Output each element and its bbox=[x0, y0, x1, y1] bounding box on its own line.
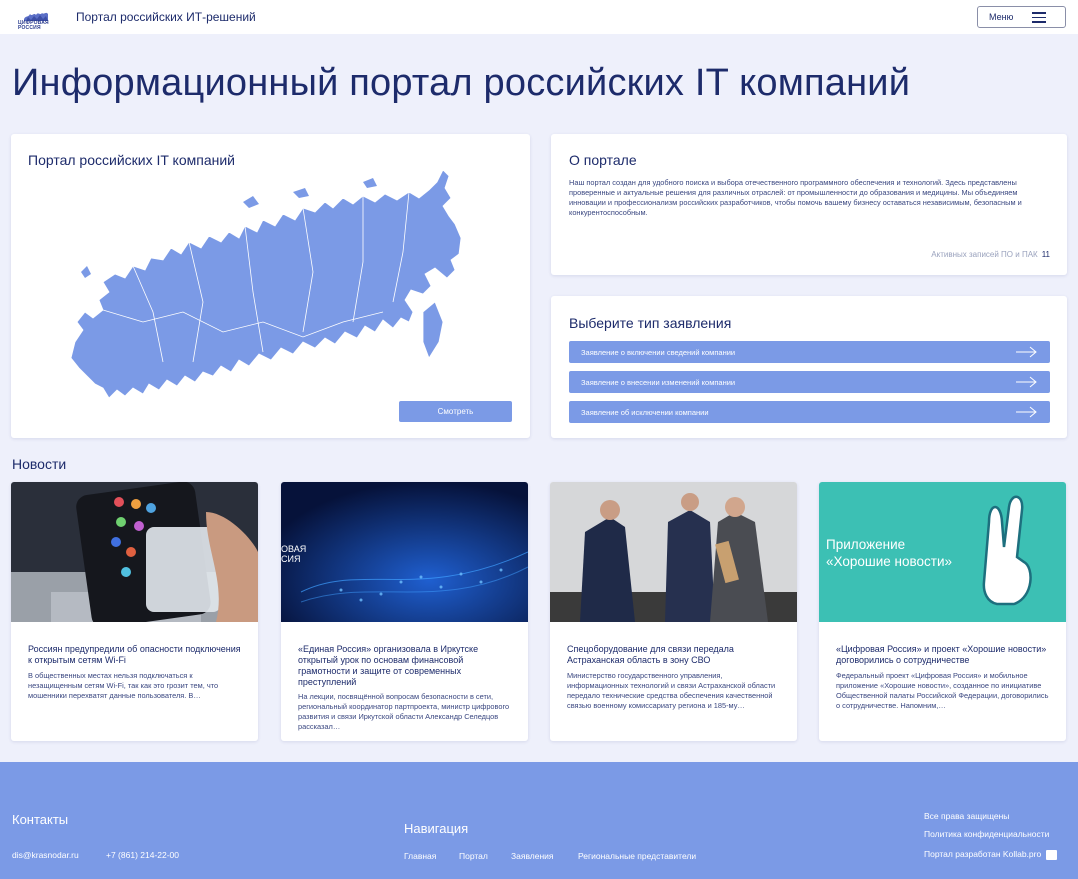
footer-developer[interactable]: Портал разработан Kollab.pro bbox=[924, 849, 1057, 860]
footer-nav-applications[interactable]: Заявления bbox=[511, 851, 554, 861]
footer-contacts-title: Контакты bbox=[12, 812, 69, 827]
news-card[interactable]: ОВАЯ СИЯ «Единая Россия» организовала в … bbox=[281, 482, 528, 741]
view-map-button[interactable]: Смотреть bbox=[399, 401, 512, 422]
menu-label: Меню bbox=[989, 12, 1014, 22]
active-records-label: Активных записей ПО и ПАК bbox=[931, 250, 1038, 259]
news-title[interactable]: «Цифровая Россия» и проект «Хорошие ново… bbox=[836, 644, 1051, 666]
active-records: Активных записей ПО и ПАК 11 bbox=[931, 250, 1050, 259]
arrow-right-icon bbox=[1016, 406, 1037, 418]
top-header: ЦИФРОВАЯ РОССИЯ Портал российских ИТ-реш… bbox=[0, 0, 1078, 34]
arrow-right-icon bbox=[1016, 376, 1037, 388]
about-card: О портале Наш портал создан для удобного… bbox=[551, 134, 1067, 275]
russia-map[interactable] bbox=[63, 162, 463, 412]
footer-privacy-link[interactable]: Политика конфиденциальности bbox=[924, 829, 1049, 839]
news-title[interactable]: Спецоборудование для связи передала Астр… bbox=[567, 644, 782, 666]
about-title: О портале bbox=[569, 152, 637, 168]
application-include-label: Заявление о включении сведений компании bbox=[581, 348, 736, 357]
news-image-caption: ОВАЯ СИЯ bbox=[281, 544, 307, 564]
footer-nav-title: Навигация bbox=[404, 821, 469, 836]
arrow-right-icon bbox=[1016, 346, 1037, 358]
application-include-button[interactable]: Заявление о включении сведений компании bbox=[569, 341, 1050, 363]
menu-button[interactable]: Меню bbox=[977, 6, 1066, 28]
news-text: На лекции, посвящённой вопросам безопасн… bbox=[298, 692, 510, 731]
footer-phone-link[interactable]: +7 (861) 214-22-00 bbox=[106, 850, 179, 860]
footer-nav-representatives[interactable]: Региональные представители bbox=[578, 851, 696, 861]
news-text: Федеральный проект «Цифровая Россия» и м… bbox=[836, 671, 1049, 710]
about-description: Наш портал создан для удобного поиска и … bbox=[569, 178, 1022, 217]
news-card[interactable]: Россиян предупредили об опасности подклю… bbox=[11, 482, 258, 741]
news-image-caption: Приложение «Хорошие новости» bbox=[826, 537, 952, 569]
application-title: Выберите тип заявления bbox=[569, 315, 732, 331]
hamburger-icon bbox=[1032, 12, 1046, 23]
application-card: Выберите тип заявления Заявление о включ… bbox=[551, 296, 1067, 438]
news-text: Министерство государственного управления… bbox=[567, 671, 776, 710]
application-exclude-button[interactable]: Заявление об исключении компании bbox=[569, 401, 1050, 423]
logo-text: ЦИФРОВАЯ РОССИЯ bbox=[18, 20, 49, 31]
news-text: В общественных местах нельзя подключатьс… bbox=[28, 671, 219, 700]
news-heading: Новости bbox=[12, 456, 67, 472]
footer-nav-home[interactable]: Главная bbox=[404, 851, 436, 861]
application-change-button[interactable]: Заявление о внесении изменений компании bbox=[569, 371, 1050, 393]
footer-email-link[interactable]: dis@krasnodar.ru bbox=[12, 850, 79, 860]
footer-developer-label: Портал разработан Kollab.pro bbox=[924, 849, 1042, 859]
map-card: Портал российских IT компаний Смотреть bbox=[11, 134, 530, 438]
active-records-count: 11 bbox=[1041, 250, 1050, 259]
news-card[interactable]: Спецоборудование для связи передала Астр… bbox=[550, 482, 797, 741]
application-change-label: Заявление о внесении изменений компании bbox=[581, 378, 736, 387]
kollab-logo-icon bbox=[1045, 849, 1057, 860]
footer-nav-portal[interactable]: Портал bbox=[459, 851, 488, 861]
footer: Контакты dis@krasnodar.ru +7 (861) 214-2… bbox=[0, 762, 1078, 879]
application-exclude-label: Заявление об исключении компании bbox=[581, 408, 709, 417]
news-title[interactable]: «Единая Россия» организовала в Иркутске … bbox=[298, 644, 513, 688]
site-title[interactable]: Портал российских ИТ-решений bbox=[76, 10, 256, 24]
news-card[interactable]: Приложение «Хорошие новости» «Цифровая Р… bbox=[819, 482, 1066, 741]
page-title: Информационный портал российских IT комп… bbox=[12, 62, 911, 104]
news-image-wifi bbox=[11, 482, 258, 622]
news-image-officers bbox=[550, 482, 797, 622]
news-title[interactable]: Россиян предупредили об опасности подклю… bbox=[28, 644, 243, 666]
footer-rights: Все права защищены bbox=[924, 811, 1010, 821]
